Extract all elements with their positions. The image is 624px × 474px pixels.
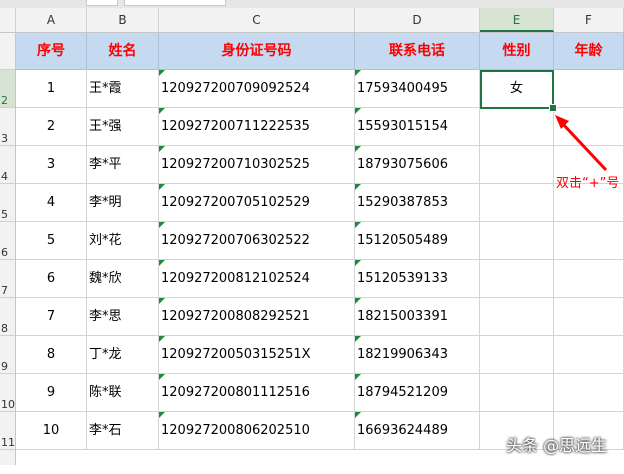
annotation-text: 双击“+”号 [556,176,620,191]
arrow-icon [555,115,608,172]
watermark-text: 头条 @思远生 [506,436,608,455]
